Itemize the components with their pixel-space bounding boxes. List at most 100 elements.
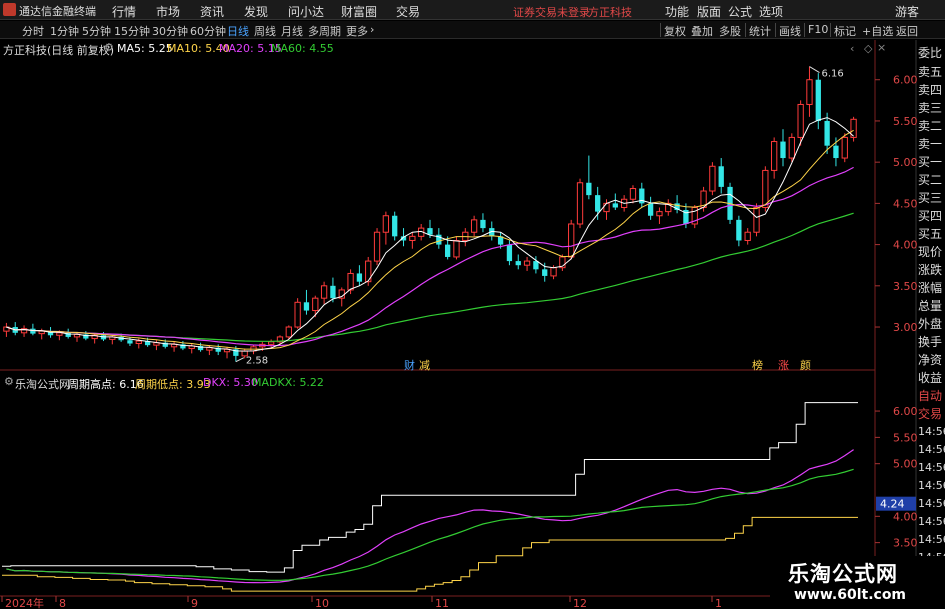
date-label: 11 <box>435 597 449 609</box>
menu-formula[interactable]: 公式 <box>728 3 752 20</box>
quote-label[interactable]: 外盘 <box>918 318 945 330</box>
quote-label[interactable]: 卖一 <box>918 138 945 150</box>
tab-more[interactable]: 更多 <box>346 23 368 39</box>
candle-body <box>780 141 786 159</box>
menu-layout[interactable]: 版面 <box>697 3 721 20</box>
btn-add-favorite[interactable]: +自选 <box>862 23 893 39</box>
trade-time: 14:56 <box>918 515 945 528</box>
menu-discover[interactable]: 发现 <box>244 3 268 20</box>
period-high-label: 周期高点: 6.16 <box>68 378 144 391</box>
candle-body <box>127 340 133 344</box>
quote-label[interactable]: 卖三 <box>918 102 945 114</box>
login-notice[interactable]: 证券交易未登录 <box>513 4 590 20</box>
btn-back[interactable]: 返回 <box>896 23 918 39</box>
madkx-label: MADKX: 5.22 <box>252 376 324 389</box>
candle-body <box>718 166 724 187</box>
menu-ask[interactable]: 问小达 <box>288 3 324 20</box>
btn-statistics[interactable]: 统计 <box>749 23 771 39</box>
price-tick-label: 4.00 <box>893 239 918 252</box>
quote-label[interactable]: 收益 <box>918 372 945 384</box>
stock-title: 方正科技(日线 前复权) <box>3 44 115 57</box>
tab-daily[interactable]: 日线 <box>227 23 249 39</box>
event-tag: 涨 <box>778 359 789 372</box>
menu-trade[interactable]: 交易 <box>396 3 420 20</box>
candle-body <box>595 195 601 212</box>
min-price-label: 2.58 <box>246 356 268 367</box>
candle-body <box>427 228 433 235</box>
quote-label[interactable]: 委比 <box>918 47 945 59</box>
trade-label[interactable]: 交易 <box>918 408 945 420</box>
candle-body <box>815 79 821 121</box>
watermark-title: 乐淘公式网 <box>788 562 898 586</box>
settings-gear-icon[interactable]: ⚙ <box>104 41 114 54</box>
menu-options[interactable]: 选项 <box>759 3 783 20</box>
candle-body <box>629 188 637 200</box>
candle-body <box>586 182 592 196</box>
candle-body <box>30 328 36 334</box>
candle-body <box>550 267 557 277</box>
btn-overlay[interactable]: 叠加 <box>691 23 713 39</box>
quote-label[interactable]: 涨跌 <box>918 264 945 276</box>
date-label: 10 <box>315 597 329 609</box>
period-toolbar: 分时 1分钟 5分钟 15分钟 30分钟 60分钟 日线 周线 月线 多周期 更… <box>0 21 945 39</box>
candle-body <box>523 260 531 266</box>
candle-body <box>568 223 575 258</box>
quote-label[interactable]: 总量 <box>918 300 945 312</box>
quote-label[interactable]: 买三 <box>918 192 945 204</box>
tab-multi-period[interactable]: 多周期 <box>308 23 341 39</box>
tab-1min[interactable]: 1分钟 <box>50 23 79 39</box>
collapse-icon[interactable]: ‹ <box>850 42 854 55</box>
menu-function[interactable]: 功能 <box>665 3 689 20</box>
btn-draw[interactable]: 画线 <box>779 23 801 39</box>
quote-label[interactable]: 卖二 <box>918 120 945 132</box>
close-icon[interactable]: × <box>877 41 886 54</box>
menu-quotes[interactable]: 行情 <box>112 3 136 20</box>
tab-timeshare[interactable]: 分时 <box>22 23 44 39</box>
broker-name[interactable]: 方正科技 <box>588 4 632 20</box>
quote-label[interactable]: 换手 <box>918 336 945 348</box>
quote-label[interactable]: 买一 <box>918 156 945 168</box>
ma5-label: MA5: 5.25 <box>117 42 173 55</box>
candle-body <box>312 297 319 312</box>
toolbar-divider <box>660 23 661 37</box>
price-tick-label: 3.00 <box>893 321 918 334</box>
ma60-label: MA60: 4.55 <box>271 42 334 55</box>
tab-60min[interactable]: 60分钟 <box>190 23 226 39</box>
kline-chart[interactable]: 3.00 3.50 4.00 4.50 5.00 5.50 6.00 6.16 2.58 财减 榜 涨… <box>0 0 945 609</box>
more-chevron-icon[interactable]: › <box>370 23 374 36</box>
btn-f10[interactable]: F10 <box>808 23 828 36</box>
menu-market[interactable]: 市场 <box>156 3 180 20</box>
quote-label[interactable]: 买四 <box>918 210 945 222</box>
max-price-label: 6.16 <box>821 69 843 80</box>
quote-label[interactable]: 净资 <box>918 354 945 366</box>
quote-label[interactable]: 买二 <box>918 174 945 186</box>
btn-mark[interactable]: 标记 <box>834 23 856 39</box>
tab-5min[interactable]: 5分钟 <box>82 23 111 39</box>
settings-diamond-icon[interactable]: ◇ <box>864 42 872 55</box>
auto-trade-label[interactable]: 自动 <box>918 390 945 402</box>
btn-multi-stock[interactable]: 多股 <box>719 23 741 39</box>
tab-15min[interactable]: 15分钟 <box>114 23 150 39</box>
btn-adjust[interactable]: 复权 <box>664 23 686 39</box>
tab-monthly[interactable]: 月线 <box>281 23 303 39</box>
candle-body <box>303 302 310 311</box>
tab-weekly[interactable]: 周线 <box>254 23 276 39</box>
dkx-line <box>6 449 854 584</box>
trade-time: 14:56 <box>918 425 945 438</box>
quote-label[interactable]: 涨幅 <box>918 282 945 294</box>
sub-settings-gear-icon[interactable]: ⚙ <box>4 375 14 388</box>
candle-body <box>824 120 830 146</box>
guest-button[interactable]: 游客 <box>895 3 919 20</box>
menu-news[interactable]: 资讯 <box>200 3 224 20</box>
quote-label[interactable]: 买五 <box>918 228 945 240</box>
quote-label[interactable]: 卖四 <box>918 84 945 96</box>
quote-label[interactable]: 现价 <box>918 246 945 258</box>
candle-body <box>392 215 398 237</box>
price-tick-label: 5.50 <box>893 115 918 128</box>
tab-30min[interactable]: 30分钟 <box>152 23 188 39</box>
quote-label[interactable]: 卖五 <box>918 66 945 78</box>
trade-time: 14:56 <box>918 497 945 510</box>
period-low-label: 周期低点: 3.93 <box>135 378 211 391</box>
menu-wealth[interactable]: 财富圈 <box>341 3 377 20</box>
watermark: 乐淘公式网 www.60lt.com <box>770 556 945 609</box>
